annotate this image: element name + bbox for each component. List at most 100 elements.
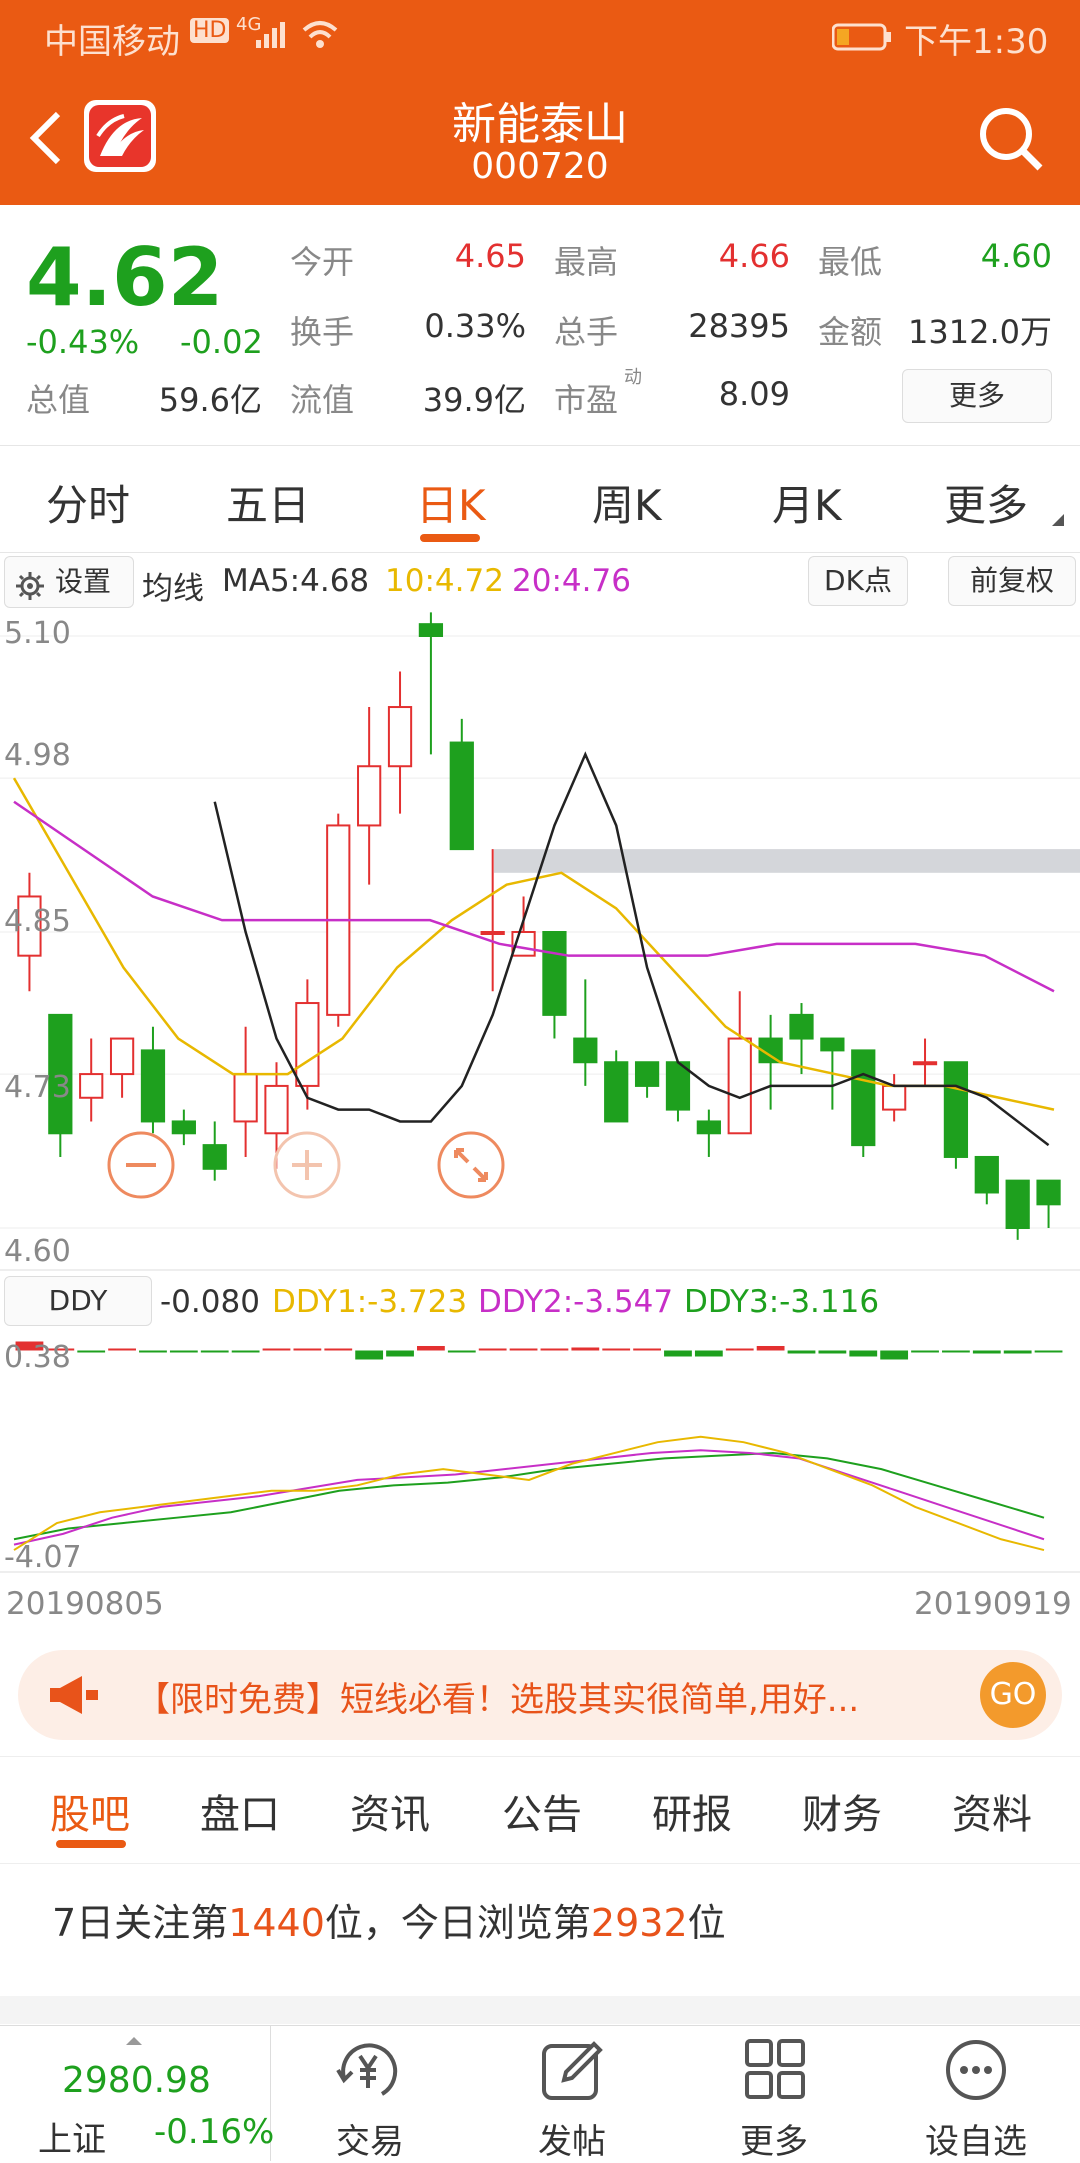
ma20-value: 20:4.76: [512, 563, 631, 599]
signal-icon: [254, 20, 294, 54]
rank-suffix: 位: [687, 1901, 726, 1945]
gear-icon: [15, 567, 45, 617]
zoom-out-icon[interactable]: [106, 1130, 176, 1204]
ytick-4: 4.73: [4, 1070, 71, 1105]
candle-body: [449, 741, 474, 851]
ddy2-value: DDY2:-3.547: [478, 1284, 674, 1320]
tab-five-day[interactable]: 五日: [226, 472, 310, 533]
ddy-bar: [262, 1348, 291, 1351]
index-value: 2980.98: [62, 2060, 211, 2101]
battery-icon: [831, 22, 892, 56]
tab-more[interactable]: 更多: [944, 472, 1028, 533]
ddy-bar: [880, 1350, 909, 1360]
clock: 下午1:30: [904, 22, 1049, 62]
ddy-bar: [293, 1348, 322, 1351]
tab-intraday[interactable]: 分时: [46, 472, 130, 533]
candle-body: [1005, 1179, 1030, 1230]
ddy-bar: [231, 1350, 260, 1353]
ddy-bar: [942, 1350, 970, 1353]
zoom-in-icon[interactable]: [272, 1130, 342, 1204]
tab-research[interactable]: 研报: [652, 1782, 732, 1840]
ddy-bar: [571, 1347, 600, 1351]
index-widget[interactable]: 2980.98 上证 -0.16%: [0, 2026, 274, 2161]
chart-settings-button[interactable]: 设置: [4, 556, 134, 608]
tab-news[interactable]: 资讯: [350, 1782, 430, 1840]
promo-text: 【限时免费】短线必看！选股其实很简单,用好...: [136, 1680, 860, 1720]
tab-profile[interactable]: 资料: [952, 1782, 1032, 1840]
tab-monthly-k[interactable]: 月K: [772, 472, 842, 533]
candle-body: [820, 1037, 845, 1052]
ddy-bar: [478, 1348, 507, 1351]
nav-more-label: 更多: [740, 2122, 808, 2162]
nav-trade[interactable]: 交易: [270, 2026, 470, 2162]
tab-pankou[interactable]: 盘口: [200, 1782, 280, 1840]
kline-chart[interactable]: [0, 612, 1080, 1612]
follow-rank: 1440: [228, 1901, 325, 1945]
ddy-bar: [77, 1350, 106, 1353]
tab-weekly-k[interactable]: 周K: [592, 472, 662, 533]
total-value: 59.6亿: [158, 381, 262, 419]
candle-body: [912, 1061, 938, 1066]
ma-label: 均线: [142, 571, 204, 607]
nav-watchlist[interactable]: 设自选: [876, 2026, 1076, 2162]
candle-body: [943, 1061, 969, 1158]
turnover-value: 0.33%: [424, 307, 526, 345]
stock-code: 000720: [471, 146, 609, 187]
yuan-cycle-icon: [334, 2038, 406, 2108]
ddy-value: -0.080: [160, 1284, 260, 1320]
pe-label: 市盈: [554, 381, 619, 419]
ddy2-line: [13, 1449, 1045, 1546]
ddy-bar: [818, 1350, 847, 1354]
tab-guba[interactable]: 股吧: [50, 1782, 130, 1840]
ddy-bar: [1003, 1350, 1032, 1354]
candle-body: [418, 623, 444, 637]
open-label: 今开: [290, 243, 355, 281]
tab-daily-k[interactable]: 日K: [416, 472, 486, 533]
index-name: 上证: [38, 2120, 106, 2160]
tab-announcements[interactable]: 公告: [502, 1782, 582, 1840]
ddy1-value: DDY1:-3.723: [272, 1284, 468, 1320]
ddy3-value: DDY3:-3.116: [684, 1284, 880, 1320]
fullscreen-icon[interactable]: [436, 1130, 506, 1204]
high-value: 4.66: [718, 237, 790, 275]
ddy-bar: [664, 1350, 692, 1357]
low-value: 4.60: [980, 237, 1052, 275]
hd-badge: HD: [190, 18, 230, 43]
more-dots-icon: [944, 2038, 1008, 2106]
ddy-ytick-bottom: -4.07: [4, 1540, 82, 1575]
ddy-bar: [139, 1350, 167, 1353]
active-subtab-indicator: [56, 1840, 126, 1848]
float-value-label: 流值: [290, 381, 355, 419]
ddy-ytick-top: 0.38: [4, 1340, 71, 1375]
rank-line: 7日关注第1440位，今日浏览第2932位: [52, 1892, 726, 1947]
volume-value: 28395: [688, 307, 790, 345]
section-divider: [0, 1996, 1080, 2024]
ddy-bar: [849, 1350, 878, 1357]
tab-finance[interactable]: 财务: [802, 1782, 882, 1840]
ma5-value: MA5:4.68: [222, 563, 370, 599]
nav-more[interactable]: 更多: [674, 2026, 874, 2162]
ddy-bar: [509, 1348, 538, 1351]
promo-banner[interactable]: 【限时免费】短线必看！选股其实很简单,用好... GO: [18, 1650, 1062, 1740]
candle-body: [604, 1061, 629, 1123]
candle-body: [851, 1049, 876, 1147]
amount-value: 1312.0万: [908, 313, 1052, 351]
dk-point-button[interactable]: DK点: [808, 556, 908, 606]
search-icon[interactable]: [976, 104, 1046, 178]
candle-body: [171, 1120, 196, 1135]
candle-body: [727, 1037, 752, 1135]
ddy-bar: [694, 1350, 723, 1357]
candle-body: [79, 1073, 104, 1099]
carrier-label: 中国移动: [44, 22, 180, 62]
ytick-5: 4.60: [4, 1234, 71, 1269]
go-button[interactable]: GO: [980, 1662, 1046, 1728]
ytick-2: 4.98: [4, 738, 71, 773]
price-adjust-button[interactable]: 前复权: [948, 556, 1076, 606]
more-quote-button[interactable]: 更多: [902, 369, 1052, 423]
ddy-bar: [911, 1350, 939, 1353]
candle-body: [573, 1037, 598, 1064]
total-value-label: 总值: [26, 381, 91, 419]
last-price: 4.62: [26, 231, 224, 324]
indicator-select-button[interactable]: DDY: [4, 1276, 152, 1326]
nav-post[interactable]: 发帖: [472, 2026, 672, 2162]
